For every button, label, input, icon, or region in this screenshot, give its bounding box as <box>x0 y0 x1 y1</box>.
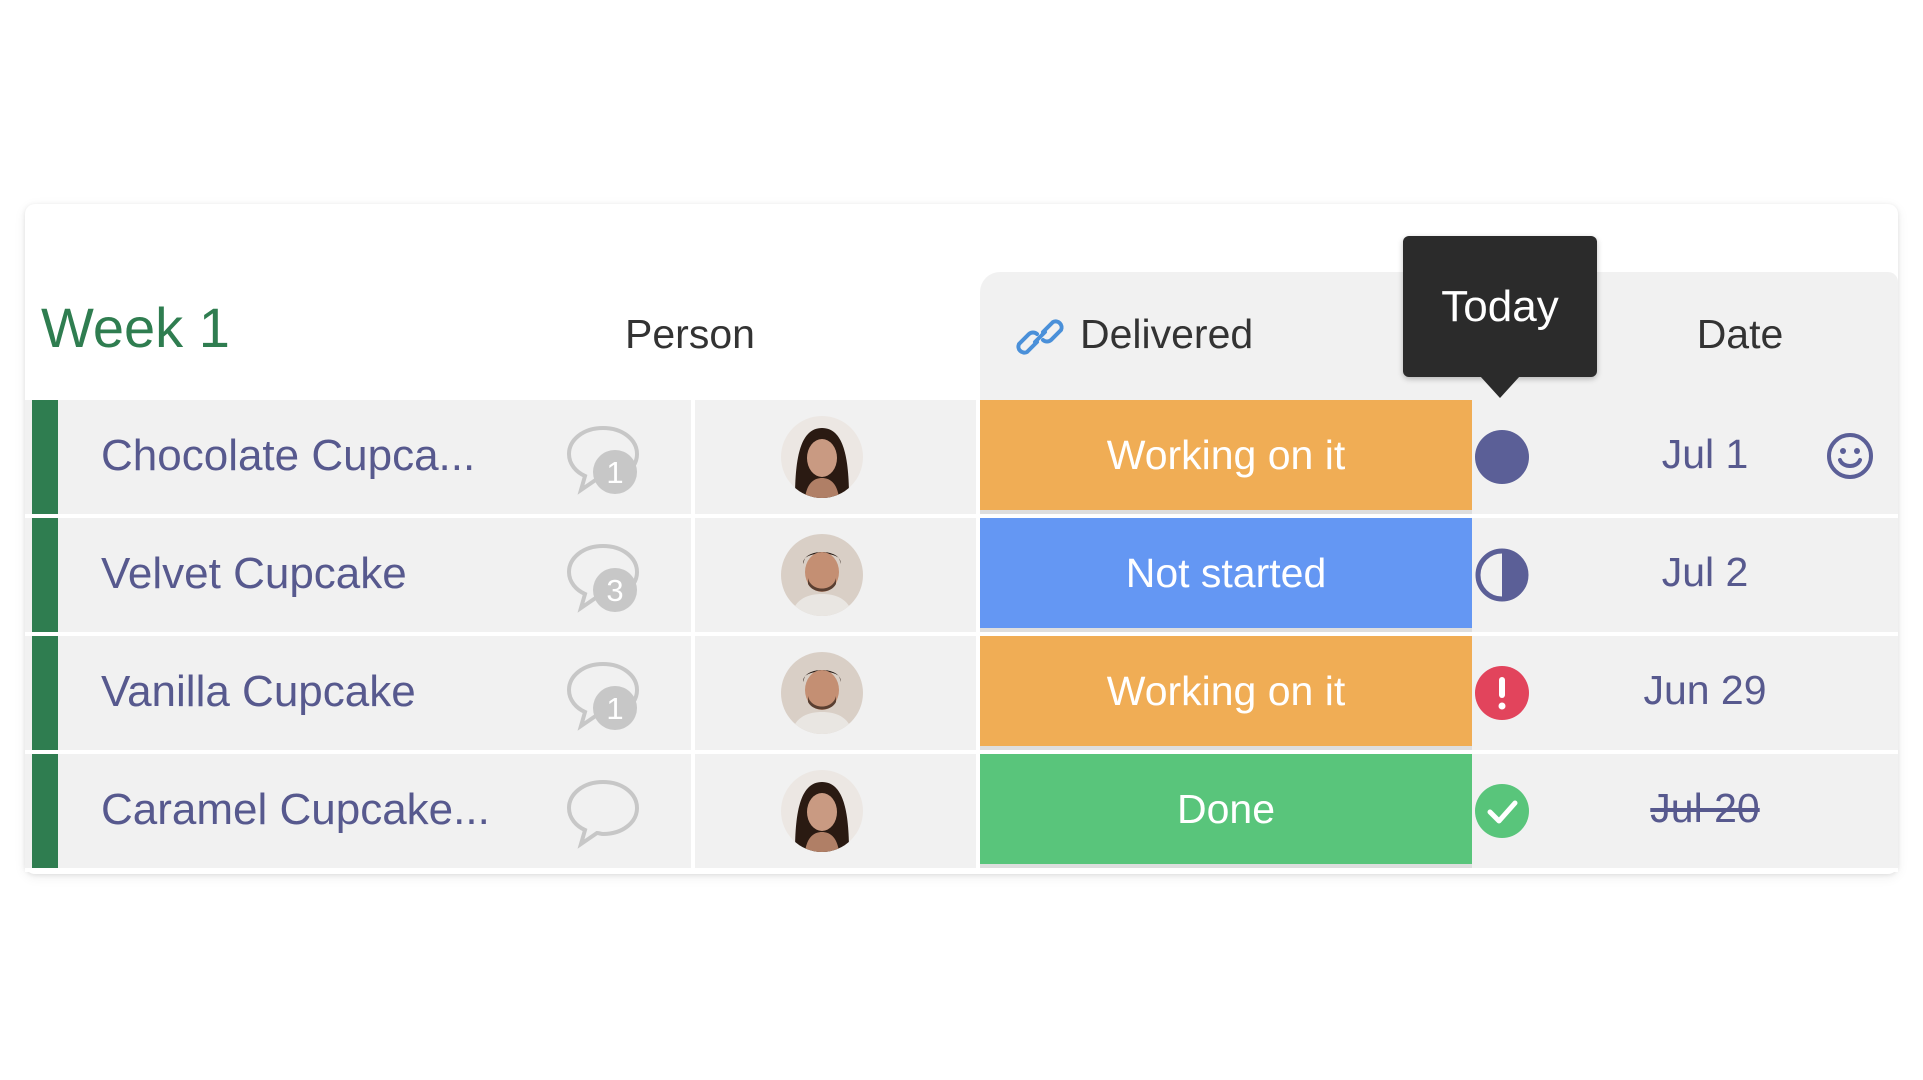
status-label[interactable]: Done <box>980 754 1472 868</box>
item-name[interactable]: Chocolate Cupca... <box>101 434 475 478</box>
alert-exclamation-icon[interactable] <box>1474 665 1530 721</box>
date-value[interactable]: Jul 1 <box>1595 434 1815 475</box>
column-header-person[interactable]: Person <box>565 314 815 355</box>
comment-count-badge: 1 <box>593 686 637 730</box>
column-header-delivered[interactable]: Delivered <box>1080 314 1380 355</box>
add-reaction-smile-icon[interactable] <box>1825 431 1875 481</box>
group-color-bar[interactable] <box>32 636 58 750</box>
item-name[interactable]: Velvet Cupcake <box>101 552 407 596</box>
item-name[interactable]: Vanilla Cupcake <box>101 670 416 714</box>
person-woman-avatar <box>781 416 863 498</box>
half-circle-indicator-icon[interactable] <box>1474 547 1530 603</box>
status-label[interactable]: Working on it <box>980 636 1472 750</box>
avatar[interactable] <box>781 652 863 734</box>
date-value[interactable]: Jul 2 <box>1595 552 1815 593</box>
date-value[interactable]: Jul 20 <box>1595 788 1815 829</box>
status-label[interactable]: Working on it <box>980 400 1472 514</box>
comment-bubble-icon[interactable] <box>563 772 643 852</box>
link-icon[interactable] <box>1015 312 1065 362</box>
cell-divider <box>691 400 695 514</box>
column-header-date[interactable]: Date <box>1665 314 1815 355</box>
table-row[interactable]: Chocolate Cupca... 1 Working on it Jul 1 <box>25 400 1898 518</box>
avatar[interactable] <box>781 770 863 852</box>
avatar[interactable] <box>781 534 863 616</box>
avatar[interactable] <box>781 416 863 498</box>
tooltip-arrow <box>1480 376 1520 398</box>
date-value[interactable]: Jun 29 <box>1595 670 1815 711</box>
comment-count-badge: 1 <box>593 450 637 494</box>
person-man-avatar <box>781 652 863 734</box>
person-man-avatar <box>781 534 863 616</box>
comment-count-badge: 3 <box>593 568 637 612</box>
group-color-bar[interactable] <box>32 518 58 632</box>
cell-divider <box>691 636 695 750</box>
table-row[interactable]: Velvet Cupcake 3 Not started Jul 2 <box>25 518 1898 636</box>
item-name[interactable]: Caramel Cupcake... <box>101 788 490 832</box>
group-color-bar[interactable] <box>32 400 58 514</box>
full-circle-indicator-icon[interactable] <box>1474 429 1530 485</box>
group-color-bar[interactable] <box>32 754 58 868</box>
table-row[interactable]: Vanilla Cupcake 1 Working on it Jun 29 <box>25 636 1898 754</box>
today-tooltip: Today <box>1403 236 1597 377</box>
board-group: Week 1 Person Delivered Date Chocolate C… <box>25 204 1898 874</box>
person-woman-avatar <box>781 770 863 852</box>
group-title[interactable]: Week 1 <box>41 300 230 356</box>
status-label[interactable]: Not started <box>980 518 1472 632</box>
cell-divider <box>691 518 695 632</box>
cell-divider <box>691 754 695 868</box>
check-done-icon[interactable] <box>1474 783 1530 839</box>
table-row[interactable]: Caramel Cupcake... Done Jul 20 <box>25 754 1898 872</box>
